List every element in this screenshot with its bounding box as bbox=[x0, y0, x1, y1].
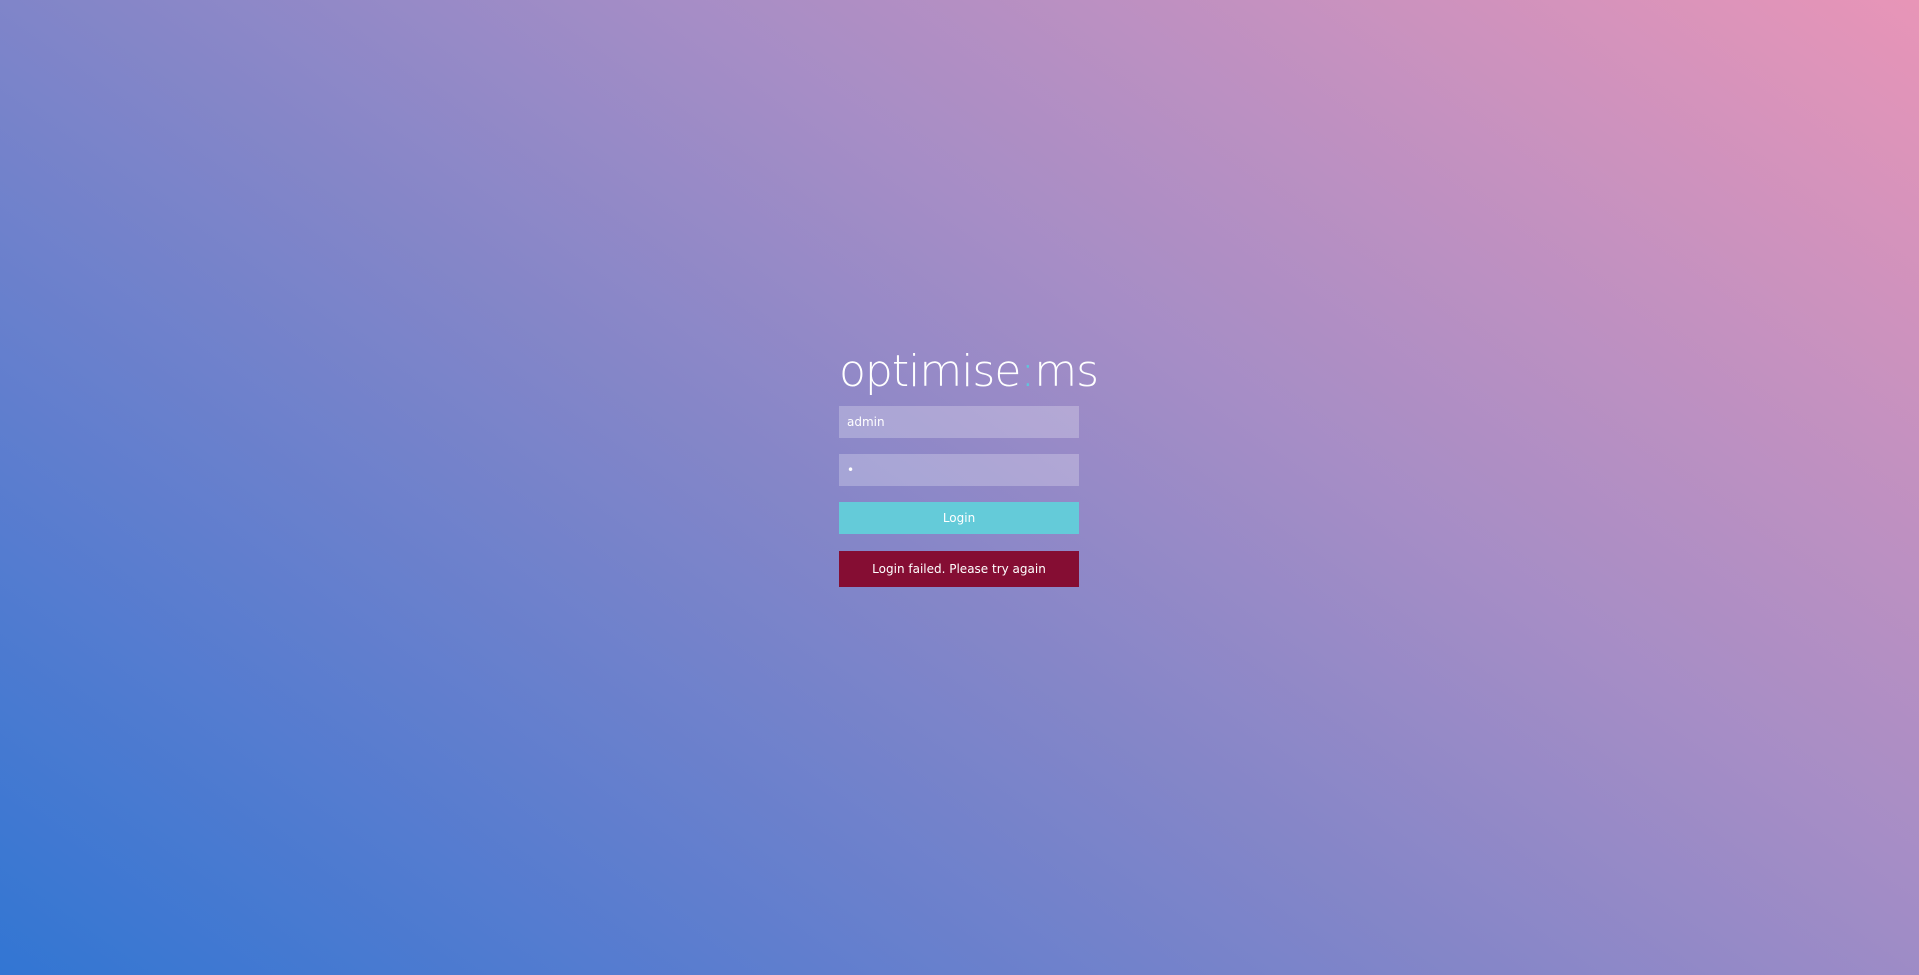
login-card: optimise:ms Login Login failed. Please t… bbox=[839, 346, 1099, 587]
logo-text-part1: optimise bbox=[839, 346, 1021, 397]
logo-text-part2: ms bbox=[1034, 346, 1099, 397]
optimise-ms-logo: optimise:ms bbox=[839, 346, 1099, 397]
logo-separator: : bbox=[1020, 346, 1035, 397]
login-error-message: Login failed. Please try again bbox=[839, 551, 1079, 587]
username-input[interactable] bbox=[839, 406, 1079, 438]
login-button[interactable]: Login bbox=[839, 502, 1079, 534]
password-input[interactable] bbox=[839, 454, 1079, 486]
